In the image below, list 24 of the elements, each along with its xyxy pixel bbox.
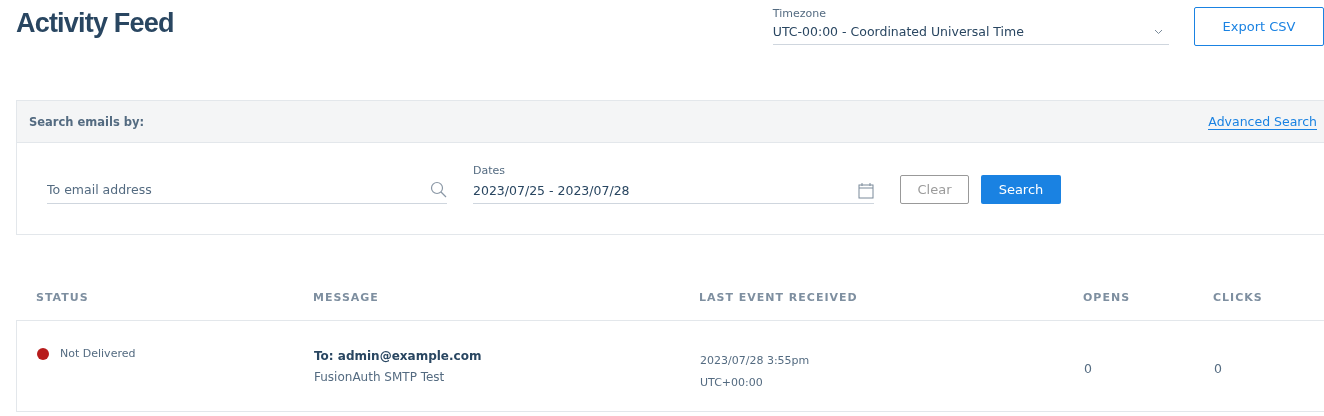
event-timezone: UTC+00:00 xyxy=(700,375,764,389)
timezone-label: Timezone xyxy=(772,7,827,20)
dates-label: Dates xyxy=(473,164,507,177)
timezone-select[interactable]: UTC-00:00 - Coordinated Universal Time xyxy=(772,20,1169,45)
calendar-icon xyxy=(858,181,874,199)
dates-field[interactable]: 2023/07/25 - 2023/07/28 xyxy=(473,177,874,204)
column-header: OPENS xyxy=(1083,291,1132,304)
column-header: MESSAGE xyxy=(313,291,380,304)
column-header: STATUS xyxy=(35,291,90,304)
advanced-search-link[interactable]: Advanced Search xyxy=(1208,113,1317,130)
opens-count: 0 xyxy=(1084,360,1093,376)
clicks-count: 0 xyxy=(1214,360,1223,376)
search-button[interactable]: Search xyxy=(981,175,1061,204)
page-title: Activity Feed xyxy=(16,8,175,39)
column-header: CLICKS xyxy=(1213,291,1264,304)
event-date: 2023/07/28 3:55pm xyxy=(700,353,811,367)
status-text: Not Delivered xyxy=(60,347,136,360)
search-heading: Search emails by: xyxy=(29,114,145,129)
chevron-down-icon xyxy=(1154,28,1163,35)
export-csv-button[interactable]: Export CSV xyxy=(1194,7,1324,46)
column-header: LAST EVENT RECEIVED xyxy=(699,291,859,304)
recipient: To: admin@example.com xyxy=(314,348,483,363)
search-icon xyxy=(430,181,447,198)
subject: FusionAuth SMTP Test xyxy=(314,369,446,384)
